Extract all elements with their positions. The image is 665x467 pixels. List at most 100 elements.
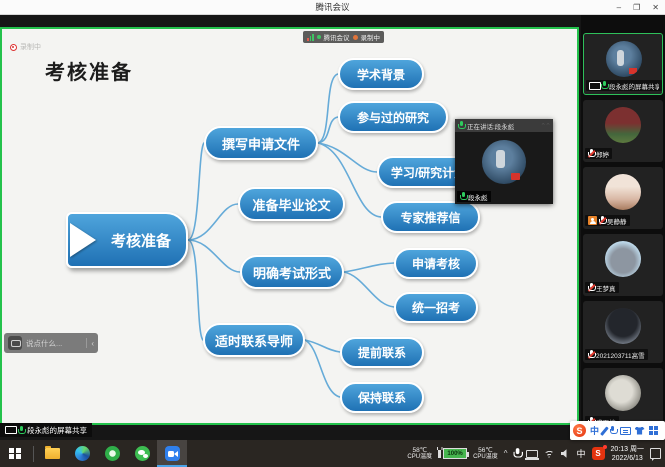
participant-name: 郑婷	[596, 149, 609, 159]
mindmap-leaf-node: 学术背景	[338, 58, 424, 90]
sogou-tray-icon[interactable]: S	[592, 447, 605, 460]
mic-on-icon	[601, 81, 607, 90]
taskbar-browser-360[interactable]	[97, 440, 127, 467]
mic-on-icon	[458, 121, 464, 130]
participant-tile[interactable]: 王梦真	[583, 234, 663, 296]
chat-quick-input[interactable]: 说点什么... ‹	[4, 333, 98, 353]
avatar	[605, 308, 641, 344]
mindmap-leaf-node: 统一招考	[394, 292, 478, 323]
battery-icon: 100%	[443, 448, 467, 459]
sogou-logo-icon[interactable]: S	[573, 424, 586, 437]
screen-share-banner: 段永彪的屏幕共享	[0, 423, 92, 437]
cpu-temp-widget[interactable]: 56℃ CPU温度	[473, 447, 498, 461]
participant-name: 王梦真	[596, 283, 616, 293]
close-button[interactable]: ✕	[652, 3, 659, 12]
tray-mic-icon[interactable]	[513, 448, 520, 459]
active-speaker-window[interactable]: 正在讲话:段永彪 ⌃⌃ 段永彪	[455, 119, 553, 204]
center-node-label: 考核准备	[111, 230, 171, 251]
speaking-label: 正在讲话:段永彪	[467, 121, 537, 131]
cpu-temp-widget[interactable]: 58℃ CPU温度	[407, 447, 432, 461]
mindmap-leaf-node: 专家推荐信	[381, 201, 480, 233]
restore-button[interactable]: ❐	[633, 3, 640, 12]
participant-tile[interactable]: 吴静静	[583, 167, 663, 229]
skin-tshirt-icon[interactable]	[635, 427, 645, 435]
battery-widget[interactable]: 100%	[438, 448, 467, 459]
voice-input-icon[interactable]	[610, 426, 616, 435]
taskbar-clock[interactable]: 20:13 周一 2022/6/13	[611, 445, 644, 463]
start-button[interactable]	[0, 440, 30, 467]
wechat-icon	[135, 446, 150, 461]
mic-muted-icon	[588, 149, 594, 158]
sogou-input-bar[interactable]: S 中	[570, 421, 665, 440]
tencent-meeting-icon	[165, 446, 180, 461]
edge-browser-icon	[75, 446, 90, 461]
mindmap-leaf-node: 参与过的研究	[338, 101, 448, 133]
avatar	[605, 174, 641, 210]
window-title: 腾讯会议	[315, 1, 349, 13]
participant-name-chip: 2021203711高雪	[585, 349, 648, 360]
participant-tile[interactable]: 段永彪的屏幕共享	[583, 33, 663, 95]
participant-tile[interactable]: 郑婷	[583, 100, 663, 162]
power-plug-icon	[438, 450, 441, 458]
share-banner-label: 段永彪的屏幕共享	[27, 425, 87, 436]
collapse-chevron-icon[interactable]: ‹	[91, 339, 94, 348]
avatar	[606, 41, 642, 77]
participant-name-chip: 郑婷	[585, 148, 612, 159]
folder-icon	[45, 448, 60, 459]
screen-share-icon	[5, 426, 15, 434]
mindmap-leaf-node: 保持联系	[340, 382, 424, 413]
volume-icon[interactable]	[561, 449, 571, 459]
hidden-icons-chevron[interactable]: ^	[504, 449, 508, 458]
keyboard-icon[interactable]	[620, 427, 631, 435]
battery-percent: 100%	[447, 451, 462, 457]
input-language-indicator[interactable]: 中	[577, 447, 586, 460]
divider	[86, 338, 87, 348]
handwriting-pen-icon[interactable]	[600, 426, 608, 435]
mic-on-icon	[460, 192, 466, 201]
mindmap-branch-node: 撰写申请文件	[204, 126, 318, 160]
host-person-icon	[588, 216, 597, 225]
participant-name: 段永彪的屏幕共享	[609, 81, 659, 91]
chat-placeholder[interactable]: 说点什么...	[26, 338, 82, 349]
taskbar-file-explorer[interactable]	[37, 440, 67, 467]
mindmap-center-node: 考核准备	[66, 212, 188, 268]
taskbar-edge[interactable]	[67, 440, 97, 467]
cpu-temp-label: CPU温度	[407, 454, 432, 461]
avatar	[605, 107, 641, 143]
mic-muted-icon	[599, 216, 605, 225]
speaker-window-header: 正在讲话:段永彪 ⌃⌃	[455, 119, 553, 132]
avatar	[605, 375, 641, 411]
language-mode-button[interactable]: 中	[590, 424, 599, 437]
speaker-avatar	[482, 140, 526, 184]
play-triangle-icon	[70, 223, 96, 257]
window-titlebar: 腾讯会议 – ❐ ✕	[0, 0, 665, 15]
cpu-temp-value: 56℃	[473, 447, 498, 454]
mindmap-branch-node: 适时联系导师	[203, 323, 305, 357]
participant-name-chip: 段永彪的屏幕共享	[586, 80, 662, 91]
windows-taskbar: 58℃ CPU温度 100% 56℃ CPU温度 ^ 中 S 20:13 周一 …	[0, 440, 665, 467]
screen-share-region: 录制中 腾讯会议 录制中 考核准备 考核准备 撰写申请文件 准备毕业论文 明确考…	[0, 27, 579, 425]
action-center-icon[interactable]	[650, 448, 661, 459]
windows-logo-icon	[9, 448, 21, 460]
mindmap-leaf-node: 申请考核	[394, 248, 478, 279]
minimize-button[interactable]: –	[617, 3, 621, 12]
mindmap-branch-node: 明确考试形式	[240, 255, 344, 289]
cpu-temp-value: 58℃	[407, 447, 432, 454]
chat-bubble-icon	[8, 336, 22, 350]
taskbar-wechat[interactable]	[127, 440, 157, 467]
mic-muted-icon	[588, 283, 594, 292]
clock-date: 2022/6/13	[611, 454, 644, 463]
wifi-icon[interactable]	[544, 449, 555, 458]
screen-share-icon	[589, 82, 599, 90]
participant-name: 2021203711高雪	[596, 350, 645, 360]
tray-laptop-icon[interactable]	[526, 450, 538, 458]
avatar	[605, 241, 641, 277]
participant-tile[interactable]: 2021203711高雪	[583, 301, 663, 363]
speaker-name: 段永彪	[468, 192, 488, 202]
mindmap-leaf-node: 提前联系	[340, 337, 424, 368]
participant-name-chip: 吴静静	[585, 215, 630, 226]
mic-on-icon	[18, 426, 24, 435]
taskbar-tencent-meeting[interactable]	[157, 440, 187, 467]
toolbox-grid-icon[interactable]	[649, 426, 653, 430]
divider	[33, 446, 34, 462]
